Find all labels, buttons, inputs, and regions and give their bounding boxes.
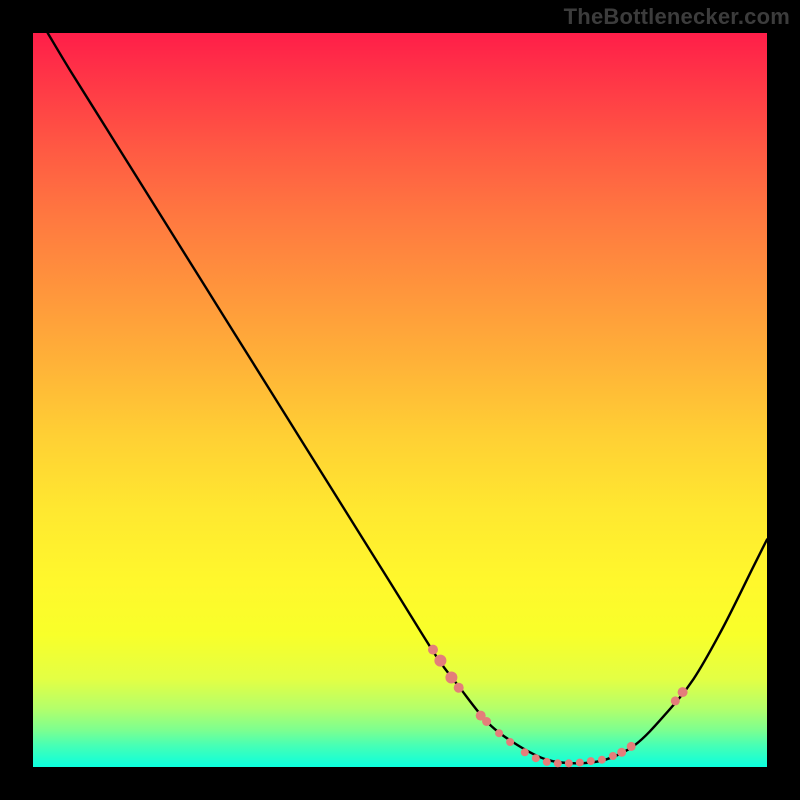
curve-point <box>482 717 491 726</box>
curve-point <box>543 758 551 766</box>
curve-point <box>627 742 636 751</box>
curve-point <box>576 759 584 767</box>
curve-point <box>428 645 438 655</box>
curve-point <box>609 752 617 760</box>
curve-point <box>565 759 573 767</box>
curve-point <box>554 759 562 767</box>
curve-point <box>678 687 688 697</box>
bottleneck-curve <box>48 33 767 763</box>
curve-point <box>506 738 514 746</box>
curve-point <box>598 756 606 764</box>
plot-area <box>33 33 767 767</box>
curve-point <box>587 757 595 765</box>
curve-point <box>532 754 540 762</box>
curve-point <box>617 748 626 757</box>
chart-svg <box>33 33 767 767</box>
curve-datapoints <box>428 645 688 768</box>
chart-root: TheBottlenecker.com <box>0 0 800 800</box>
curve-point <box>434 655 446 667</box>
curve-point <box>521 748 529 756</box>
curve-point <box>671 696 680 705</box>
watermark-text: TheBottlenecker.com <box>564 4 790 30</box>
curve-point <box>454 683 464 693</box>
curve-point <box>445 672 457 684</box>
curve-point <box>495 729 503 737</box>
